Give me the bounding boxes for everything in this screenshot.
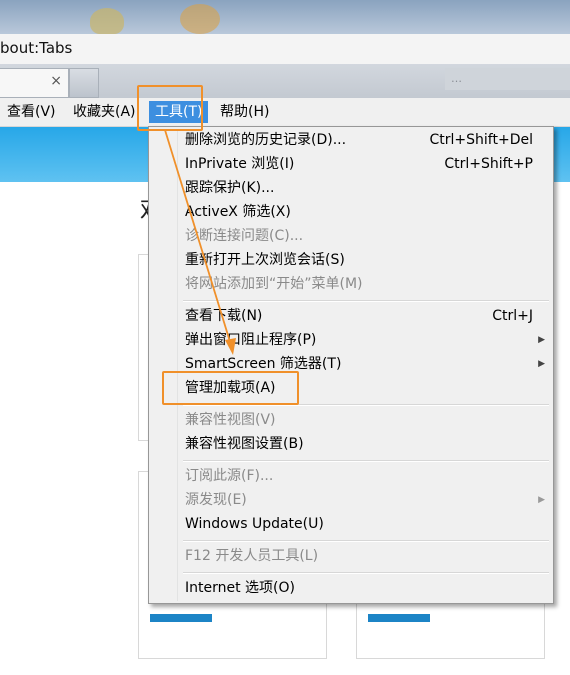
desktop-background [0, 0, 570, 34]
menu-item-windows-update[interactable]: Windows Update(U) [149, 513, 553, 535]
menu-item-label: 订阅此源(F)... [185, 468, 274, 484]
menu-item-view-downloads[interactable]: 查看下载(N) Ctrl+J [149, 305, 553, 327]
menu-item-label: 跟踪保护(K)... [185, 180, 275, 196]
address-bar[interactable]: bout:Tabs [0, 34, 570, 65]
menu-help[interactable]: 帮助(H) [220, 102, 269, 122]
menu-item-label: F12 开发人员工具(L) [185, 548, 319, 564]
menu-item-f12-devtools: F12 开发人员工具(L) [149, 545, 553, 567]
submenu-arrow-icon: ▶ [538, 335, 545, 345]
menu-item-compat-view: 兼容性视图(V) [149, 409, 553, 431]
menu-item-label: 重新打开上次浏览会话(S) [185, 252, 345, 268]
menu-item-popup-blocker[interactable]: 弹出窗口阻止程序(P) ▶ [149, 329, 553, 351]
menu-item-delete-history[interactable]: 删除浏览的历史记录(D)... Ctrl+Shift+Del [149, 129, 553, 151]
menu-item-label: 兼容性视图设置(B) [185, 436, 304, 452]
desktop-icon-shape [90, 8, 124, 34]
highlight-box-tools-menu [137, 85, 203, 131]
menu-item-label: InPrivate 浏览(I) [185, 156, 295, 172]
menu-item-compat-view-settings[interactable]: 兼容性视图设置(B) [149, 433, 553, 455]
menu-item-internet-options[interactable]: Internet 选项(O) [149, 577, 553, 599]
menu-item-label: 兼容性视图(V) [185, 412, 276, 428]
menu-item-activex-filter[interactable]: ActiveX 筛选(X) [149, 201, 553, 223]
browser-tab[interactable]: × [0, 68, 69, 98]
menu-separator [183, 572, 549, 574]
close-icon[interactable]: × [50, 73, 62, 89]
menu-view[interactable]: 查看(V) [7, 102, 56, 122]
menu-bar: 查看(V) 收藏夹(A) 工具(T) 帮助(H) [0, 98, 570, 127]
highlight-box-manage-addons [162, 371, 299, 405]
address-text[interactable]: bout:Tabs [0, 39, 72, 57]
menu-item-shortcut: Ctrl+Shift+P [444, 156, 533, 172]
desktop-icon-shape [180, 4, 220, 34]
menu-item-reopen-session[interactable]: 重新打开上次浏览会话(S) [149, 249, 553, 271]
menu-separator [183, 540, 549, 542]
menu-item-label: 弹出窗口阻止程序(P) [185, 332, 317, 348]
menu-item-label: 诊断连接问题(C)... [185, 228, 304, 244]
menu-separator [183, 460, 549, 462]
menu-separator [183, 300, 549, 302]
menu-item-label: Internet 选项(O) [185, 580, 295, 596]
menu-item-shortcut: Ctrl+Shift+Del [429, 132, 533, 148]
submenu-arrow-icon: ▶ [538, 495, 545, 505]
card-accent-bar [150, 614, 212, 622]
menu-item-label: 将网站添加到“开始”菜单(M) [185, 276, 363, 292]
tab-row: × … [0, 64, 570, 98]
menu-item-label: 查看下载(N) [185, 308, 263, 324]
new-tab-button[interactable] [69, 68, 99, 98]
menu-favorites[interactable]: 收藏夹(A) [73, 102, 136, 122]
menu-item-label: ActiveX 筛选(X) [185, 204, 291, 220]
tools-dropdown-menu: 删除浏览的历史记录(D)... Ctrl+Shift+Del InPrivate… [148, 126, 554, 604]
menu-item-label: Windows Update(U) [185, 516, 324, 532]
menu-item-shortcut: Ctrl+J [492, 308, 533, 324]
menu-item-inprivate[interactable]: InPrivate 浏览(I) Ctrl+Shift+P [149, 153, 553, 175]
menu-item-diagnose-connection: 诊断连接问题(C)... [149, 225, 553, 247]
card-accent-bar [368, 614, 430, 622]
menu-item-add-to-start: 将网站添加到“开始”菜单(M) [149, 273, 553, 295]
menu-item-feed-discovery: 源发现(E) ▶ [149, 489, 553, 511]
menu-item-subscribe-feed: 订阅此源(F)... [149, 465, 553, 487]
menu-item-label: 删除浏览的历史记录(D)... [185, 132, 347, 148]
background-tab[interactable]: … [445, 68, 570, 90]
submenu-arrow-icon: ▶ [538, 359, 545, 369]
menu-item-tracking-protection[interactable]: 跟踪保护(K)... [149, 177, 553, 199]
menu-item-label: 源发现(E) [185, 492, 247, 508]
